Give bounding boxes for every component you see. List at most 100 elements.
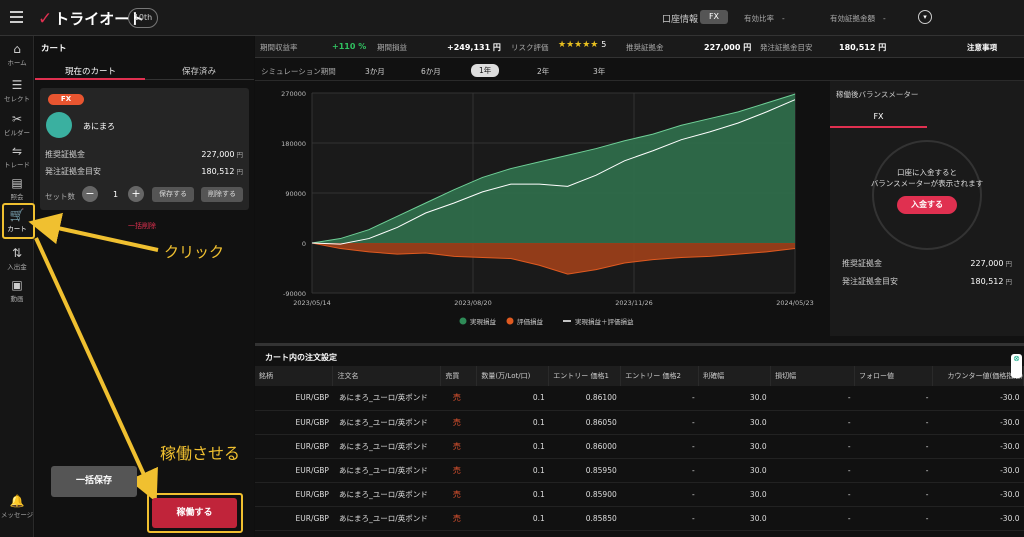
legend-marker	[459, 317, 467, 325]
cell-6: 30.0	[698, 482, 771, 507]
y-tick-label: 180000	[281, 140, 306, 148]
period-6m[interactable]: 6か月	[421, 66, 441, 77]
cell-8: -	[854, 482, 933, 507]
cell-0: EUR/GBP	[255, 458, 333, 483]
table-row[interactable]: EUR/GBP あにまろ_ユーロ/英ポンド売 0.1 0.85900-30.0- - -3…	[255, 482, 1024, 507]
table-row[interactable]: EUR/GBP あにまろ_ユーロ/英ポンド売 0.1 0.86000-30.0- - -3…	[255, 434, 1024, 459]
meter-ring	[872, 140, 982, 250]
cell-9: -30.0	[932, 434, 1024, 459]
cell-7: -	[770, 458, 855, 483]
order-margin-value: 180,512 円	[839, 43, 887, 52]
order-margin-label: 発注証拠金目安	[760, 43, 813, 52]
col-take-profit: 利確幅	[698, 366, 772, 386]
cell-8: -	[854, 410, 933, 435]
cell-2: 売	[440, 410, 477, 435]
col-stop-loss: 損切幅	[770, 366, 856, 386]
period-label: シミュレーション期間	[261, 67, 336, 76]
period-2y[interactable]: 2年	[537, 66, 549, 77]
col-symbol: 銘柄	[255, 366, 334, 386]
period-3y[interactable]: 3年	[593, 66, 605, 77]
y-tick-label: 90000	[285, 190, 306, 198]
cell-7: -	[770, 434, 855, 459]
balance-meter-tab-fx[interactable]: FX	[830, 108, 927, 128]
cell-0: EUR/GBP	[255, 434, 333, 459]
cell-5: -	[620, 506, 699, 531]
cell-7: -	[770, 386, 855, 411]
cell-2: 売	[440, 482, 477, 507]
bm-order-row: 発注証拠金目安 180,512 円	[842, 277, 1012, 286]
balance-meter-message: 口座に入金すると バランスメーターが表示されます	[870, 168, 984, 188]
cell-5: -	[620, 434, 699, 459]
cell-9: -30.0	[932, 386, 1024, 411]
cell-9: -30.0	[932, 410, 1024, 435]
side-widget-icon[interactable]: ⊗	[1011, 354, 1022, 378]
cell-4: 0.86000	[548, 434, 621, 459]
cell-1: あにまろ_ユーロ/英ポンド	[332, 458, 441, 483]
cell-1: あにまろ_ユーロ/英ポンド	[332, 386, 441, 411]
cell-9: -30.0	[932, 482, 1024, 507]
cell-3: 0.1	[476, 386, 549, 411]
risk-label: リスク評価	[511, 43, 549, 52]
cell-5: -	[620, 458, 699, 483]
deposit-button[interactable]: 入金する	[897, 196, 957, 214]
table-row[interactable]: EUR/GBP あにまろ_ユーロ/英ポンド売 0.1 0.86050-30.0- - -3…	[255, 410, 1024, 435]
cell-2: 売	[440, 458, 477, 483]
launch-button[interactable]: 稼働する	[152, 498, 237, 528]
legend-label: 実現損益＋評価損益	[575, 317, 634, 326]
cell-3: 0.1	[476, 482, 549, 507]
chart-area: 270000 180000 90000 0 -90000 2023/05/14 2023/0…	[255, 81, 828, 336]
save-all-button[interactable]: 一括保存	[51, 466, 137, 497]
cell-6: 30.0	[698, 506, 771, 531]
period-return-label: 期間収益率	[260, 43, 298, 52]
cell-6: 30.0	[698, 434, 771, 459]
col-counter: カウンター値(価格指定)	[932, 366, 1024, 386]
cell-9: -30.0	[932, 506, 1024, 531]
y-tick-label: 270000	[281, 90, 306, 98]
cell-4: 0.85900	[548, 482, 621, 507]
balance-meter: 稼働後バランスメーター FX 口座に入金すると バランスメーターが表示されます 入…	[830, 81, 1024, 336]
table-row[interactable]: EUR/GBP あにまろ_ユーロ/英ポンド売 0.1 0.85850-30.0- - -3…	[255, 506, 1024, 531]
cell-1: あにまろ_ユーロ/英ポンド	[332, 410, 441, 435]
y-tick-label: -90000	[283, 290, 306, 298]
x-tick-label: 2023/05/14	[293, 299, 330, 307]
order-settings-title: カート内の注文設定	[265, 353, 337, 362]
cell-1: あにまろ_ユーロ/英ポンド	[332, 506, 441, 531]
col-order-name: 注文名	[332, 366, 442, 386]
cell-8: -	[854, 434, 933, 459]
col-follow: フォロー値	[854, 366, 933, 386]
main-area: 期間収益率 +110 % 期間損益 +249,131 円 リスク評価 ★★★★★…	[255, 36, 1024, 537]
cell-2: 売	[440, 386, 477, 411]
margin-label: 推奨証拠金	[626, 43, 664, 52]
stats-bar: 期間収益率 +110 % 期間損益 +249,131 円 リスク評価 ★★★★★…	[255, 36, 1024, 58]
cell-4: 0.85950	[548, 458, 621, 483]
risk-stars: ★★★★★ 5	[558, 40, 607, 50]
cell-7: -	[770, 410, 855, 435]
orders-table: 銘柄 注文名 売買 数量(万/Lot/口) エントリー 価格1 エントリー 価格…	[255, 366, 1024, 531]
col-side: 売買	[440, 366, 478, 386]
order-settings-header: カート内の注文設定	[255, 343, 1024, 368]
cell-4: 0.86100	[548, 386, 621, 411]
col-entry2: エントリー 価格2	[620, 366, 700, 386]
notice-link[interactable]: 注意事項	[967, 42, 997, 53]
legend-label: 評価損益	[517, 317, 544, 326]
bm-margin-row: 推奨証拠金 227,000 円	[842, 259, 1012, 268]
cell-7: -	[770, 506, 855, 531]
period-1y[interactable]: 1年	[471, 64, 500, 77]
arrow-to-launch	[34, 237, 158, 503]
col-entry1: エントリー 価格1	[548, 366, 622, 386]
period-3m[interactable]: 3か月	[365, 66, 385, 77]
cell-8: -	[854, 386, 933, 411]
cell-0: EUR/GBP	[255, 410, 333, 435]
cell-5: -	[620, 410, 699, 435]
period-return-value: +110 %	[332, 42, 367, 51]
col-qty: 数量(万/Lot/口)	[476, 366, 550, 386]
cell-8: -	[854, 458, 933, 483]
cell-3: 0.1	[476, 434, 549, 459]
table-row[interactable]: EUR/GBP あにまろ_ユーロ/英ポンド売 0.1 0.85950-30.0- - -3…	[255, 458, 1024, 483]
x-tick-label: 2024/05/23	[776, 299, 813, 307]
table-row[interactable]: EUR/GBP あにまろ_ユーロ/英ポンド売 0.1 0.86100-30.0- - -3…	[255, 386, 1024, 411]
period-pl-value: +249,131 円	[447, 43, 501, 52]
cell-2: 売	[440, 506, 477, 531]
table-header: 銘柄 注文名 売買 数量(万/Lot/口) エントリー 価格1 エントリー 価格…	[255, 366, 1024, 386]
cell-4: 0.85850	[548, 506, 621, 531]
